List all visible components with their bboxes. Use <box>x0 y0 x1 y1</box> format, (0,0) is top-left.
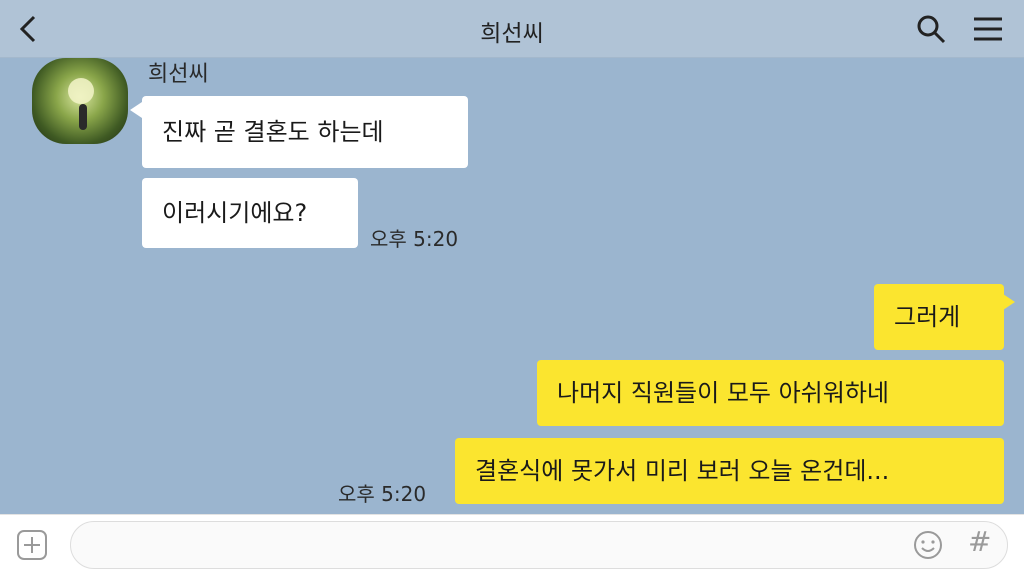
emoji-icon[interactable] <box>912 529 944 561</box>
incoming-message[interactable]: 진짜 곧 결혼도 하는데 <box>142 96 468 168</box>
menu-icon[interactable] <box>972 14 1004 44</box>
avatar-figure <box>79 104 87 130</box>
outgoing-message[interactable]: 나머지 직원들이 모두 아쉬워하네 <box>537 360 1004 426</box>
message-input[interactable] <box>70 521 1008 569</box>
avatar[interactable] <box>32 58 128 144</box>
incoming-message[interactable]: 이러시기에요? <box>142 178 358 248</box>
avatar-light <box>68 78 94 104</box>
sender-name: 희선씨 <box>148 62 209 87</box>
outgoing-bubble-tail <box>1003 294 1015 310</box>
search-icon[interactable] <box>916 14 946 44</box>
chat-header: 희선씨 <box>0 0 1024 58</box>
plus-icon[interactable] <box>16 529 48 561</box>
chat-title: 희선씨 <box>480 21 544 47</box>
incoming-bubble-tail <box>130 102 142 118</box>
message-composer: # <box>0 514 1024 574</box>
outgoing-timestamp: 오후 5:20 <box>338 482 427 506</box>
hash-icon[interactable]: # <box>968 525 991 558</box>
outgoing-message[interactable]: 결혼식에 못가서 미리 보러 오늘 온건데... <box>455 438 1004 504</box>
incoming-timestamp: 오후 5:20 <box>370 227 459 251</box>
outgoing-message[interactable]: 그러게 <box>874 284 1004 350</box>
chat-area[interactable]: 희선씨 진짜 곧 결혼도 하는데 이러시기에요? 오후 5:20 그러게 나머지… <box>0 58 1024 514</box>
